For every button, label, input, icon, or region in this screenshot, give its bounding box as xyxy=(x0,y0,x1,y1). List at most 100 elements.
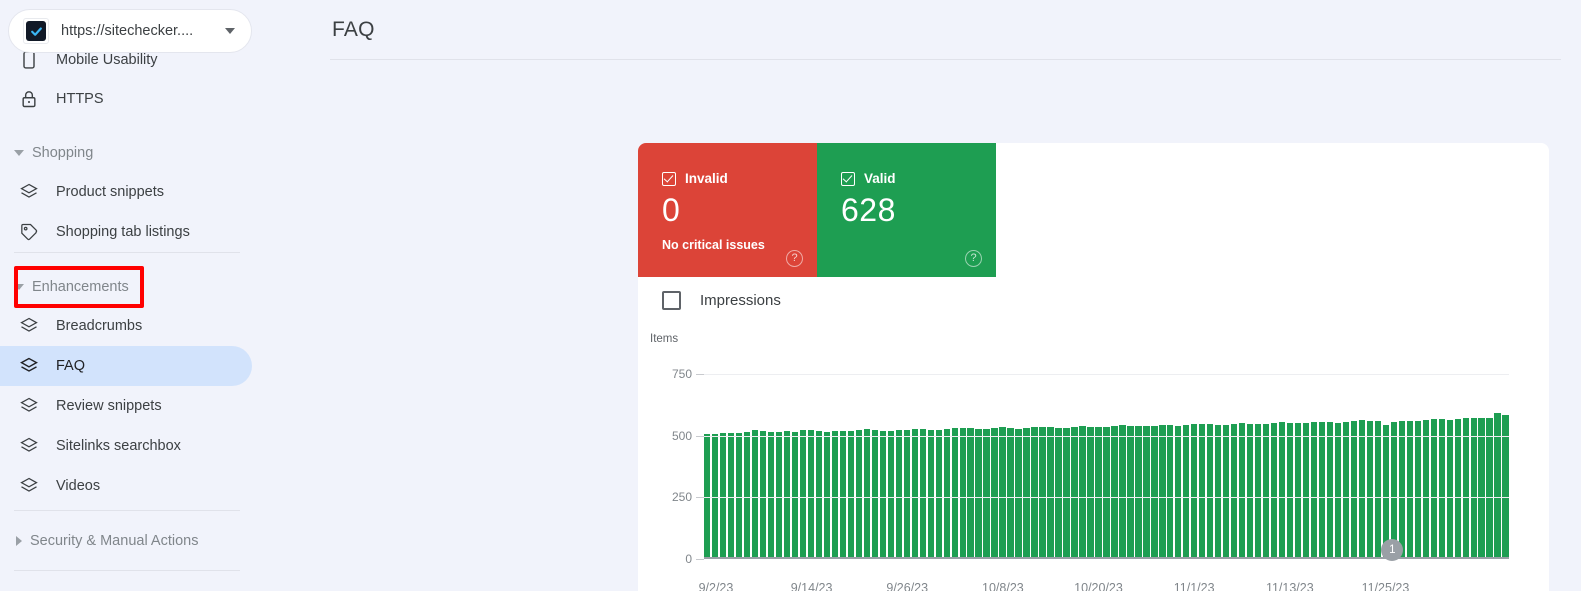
chart-annotation-badge[interactable]: 1 xyxy=(1381,539,1404,561)
chart-bar[interactable] xyxy=(1207,424,1214,559)
chart-bar[interactable] xyxy=(1462,418,1469,559)
chart-bar[interactable] xyxy=(1486,417,1493,559)
chart-bar[interactable] xyxy=(1310,422,1318,559)
chart-bar[interactable] xyxy=(1103,426,1110,559)
chart-bar[interactable] xyxy=(871,429,879,559)
sidebar-item-sitelinks-searchbox[interactable]: Sitelinks searchbox xyxy=(0,426,252,466)
chart-bar[interactable] xyxy=(1111,425,1118,559)
chart-bar[interactable] xyxy=(1326,422,1334,559)
chart-bar[interactable] xyxy=(1015,428,1022,559)
chart-bar[interactable] xyxy=(1183,425,1190,559)
chart-bar[interactable] xyxy=(1135,426,1142,559)
status-card-valid[interactable]: Valid 628 ? xyxy=(817,143,996,277)
chart-bar[interactable] xyxy=(807,429,815,559)
chart-bar[interactable] xyxy=(1143,426,1150,559)
chart-bar[interactable] xyxy=(1398,421,1406,559)
chart-bar[interactable] xyxy=(719,433,727,559)
chart-bar[interactable] xyxy=(879,430,887,559)
checkbox-checked-icon[interactable] xyxy=(841,171,855,186)
chart-bar[interactable] xyxy=(1151,425,1158,559)
chart-bar[interactable] xyxy=(1254,424,1262,559)
chart-bar[interactable] xyxy=(1222,424,1230,559)
chart-bar[interactable] xyxy=(1071,426,1078,559)
impressions-toggle[interactable]: Impressions xyxy=(662,291,781,310)
sidebar-item-videos[interactable]: Videos xyxy=(0,466,252,506)
chart-bar[interactable] xyxy=(927,429,934,559)
chart-bar[interactable] xyxy=(1302,423,1310,559)
chart-bar[interactable] xyxy=(743,431,751,559)
chart-bar[interactable] xyxy=(895,430,903,559)
chart-bar[interactable] xyxy=(1167,425,1174,559)
chevron-down-icon[interactable] xyxy=(225,28,235,34)
chart-bar[interactable] xyxy=(1478,418,1485,559)
chart-bar[interactable] xyxy=(1318,421,1326,559)
chart-bar[interactable] xyxy=(951,428,958,559)
sidebar-item-product-snippets[interactable]: Product snippets xyxy=(0,172,252,212)
checkbox-unchecked-icon[interactable] xyxy=(662,291,681,310)
chart-bar[interactable] xyxy=(1334,422,1342,559)
chart-bar[interactable] xyxy=(1031,427,1038,559)
help-circle-icon[interactable]: ? xyxy=(965,250,982,267)
chart-bar[interactable] xyxy=(1191,424,1198,559)
chart-bar[interactable] xyxy=(1374,421,1382,559)
chart-bar[interactable] xyxy=(1262,423,1270,559)
chart-bar[interactable] xyxy=(783,430,791,559)
sidebar-group-security-manual-actions[interactable]: Security & Manual Actions xyxy=(0,523,198,559)
chart-bar[interactable] xyxy=(751,430,759,559)
chart-bar[interactable] xyxy=(1199,423,1206,559)
sidebar-item-faq[interactable]: FAQ xyxy=(0,346,252,386)
chart-bar[interactable] xyxy=(983,428,990,559)
checkbox-checked-icon[interactable] xyxy=(662,171,676,186)
chart-bar[interactable] xyxy=(903,429,910,559)
chart-bar[interactable] xyxy=(815,431,823,559)
chart-bar[interactable] xyxy=(1119,425,1126,559)
chart-bar[interactable] xyxy=(775,431,783,559)
sidebar-item-shopping-tab-listings[interactable]: Shopping tab listings xyxy=(0,212,252,252)
chart-bar[interactable] xyxy=(1270,422,1278,559)
chart-bar[interactable] xyxy=(855,430,863,559)
chart-bar[interactable] xyxy=(1470,417,1477,559)
chart-bar[interactable] xyxy=(1055,427,1062,559)
chart-bar[interactable] xyxy=(1422,419,1429,559)
sidebar-group-enhancements[interactable]: Enhancements xyxy=(0,269,129,305)
chart-bar[interactable] xyxy=(975,428,982,559)
chart-bar[interactable] xyxy=(791,432,799,559)
sidebar-item-breadcrumbs[interactable]: Breadcrumbs xyxy=(0,306,252,346)
chart-bar[interactable] xyxy=(935,430,942,559)
chart-bar[interactable] xyxy=(1286,422,1294,559)
chart-bar[interactable] xyxy=(1238,423,1246,559)
chart-bar[interactable] xyxy=(1175,425,1182,559)
sidebar-group-shopping[interactable]: Shopping xyxy=(0,135,93,171)
chart-bar[interactable] xyxy=(1366,420,1374,559)
chart-bar[interactable] xyxy=(1438,419,1445,559)
sidebar-item-https[interactable]: HTTPS xyxy=(0,79,252,119)
chart-bar[interactable] xyxy=(967,428,974,559)
chart-bar[interactable] xyxy=(1454,418,1461,559)
chart-bar[interactable] xyxy=(1406,421,1414,559)
sidebar-item-review-snippets[interactable]: Review snippets xyxy=(0,386,252,426)
chart-bar[interactable] xyxy=(1294,423,1302,559)
chart-bar[interactable] xyxy=(1127,425,1134,559)
status-card-invalid[interactable]: Invalid 0 No critical issues ? xyxy=(638,143,817,277)
chart-bar[interactable] xyxy=(1047,427,1054,559)
chart-bar[interactable] xyxy=(999,427,1006,559)
chart-bar[interactable] xyxy=(1358,420,1366,559)
chart-bar[interactable] xyxy=(991,428,998,559)
chart-bar[interactable] xyxy=(847,430,855,559)
chart-bar[interactable] xyxy=(919,429,926,559)
chart-bar[interactable] xyxy=(799,430,807,559)
chart-bar[interactable] xyxy=(943,429,950,559)
chart-bar[interactable] xyxy=(1007,428,1014,559)
chart-bar[interactable] xyxy=(1087,426,1094,559)
chart-bar[interactable] xyxy=(1079,426,1086,559)
chart-bar[interactable] xyxy=(1095,427,1102,559)
chart-bar[interactable] xyxy=(823,431,831,559)
chart-bar[interactable] xyxy=(767,432,775,559)
chart-bar[interactable] xyxy=(1414,420,1421,559)
chart-bar[interactable] xyxy=(1159,424,1166,559)
chart-bar[interactable] xyxy=(863,429,871,559)
chart-bar[interactable] xyxy=(1215,424,1222,559)
chart-bar[interactable] xyxy=(1278,421,1286,559)
chart-bar[interactable] xyxy=(759,430,767,559)
chart-bar[interactable] xyxy=(1023,428,1030,559)
